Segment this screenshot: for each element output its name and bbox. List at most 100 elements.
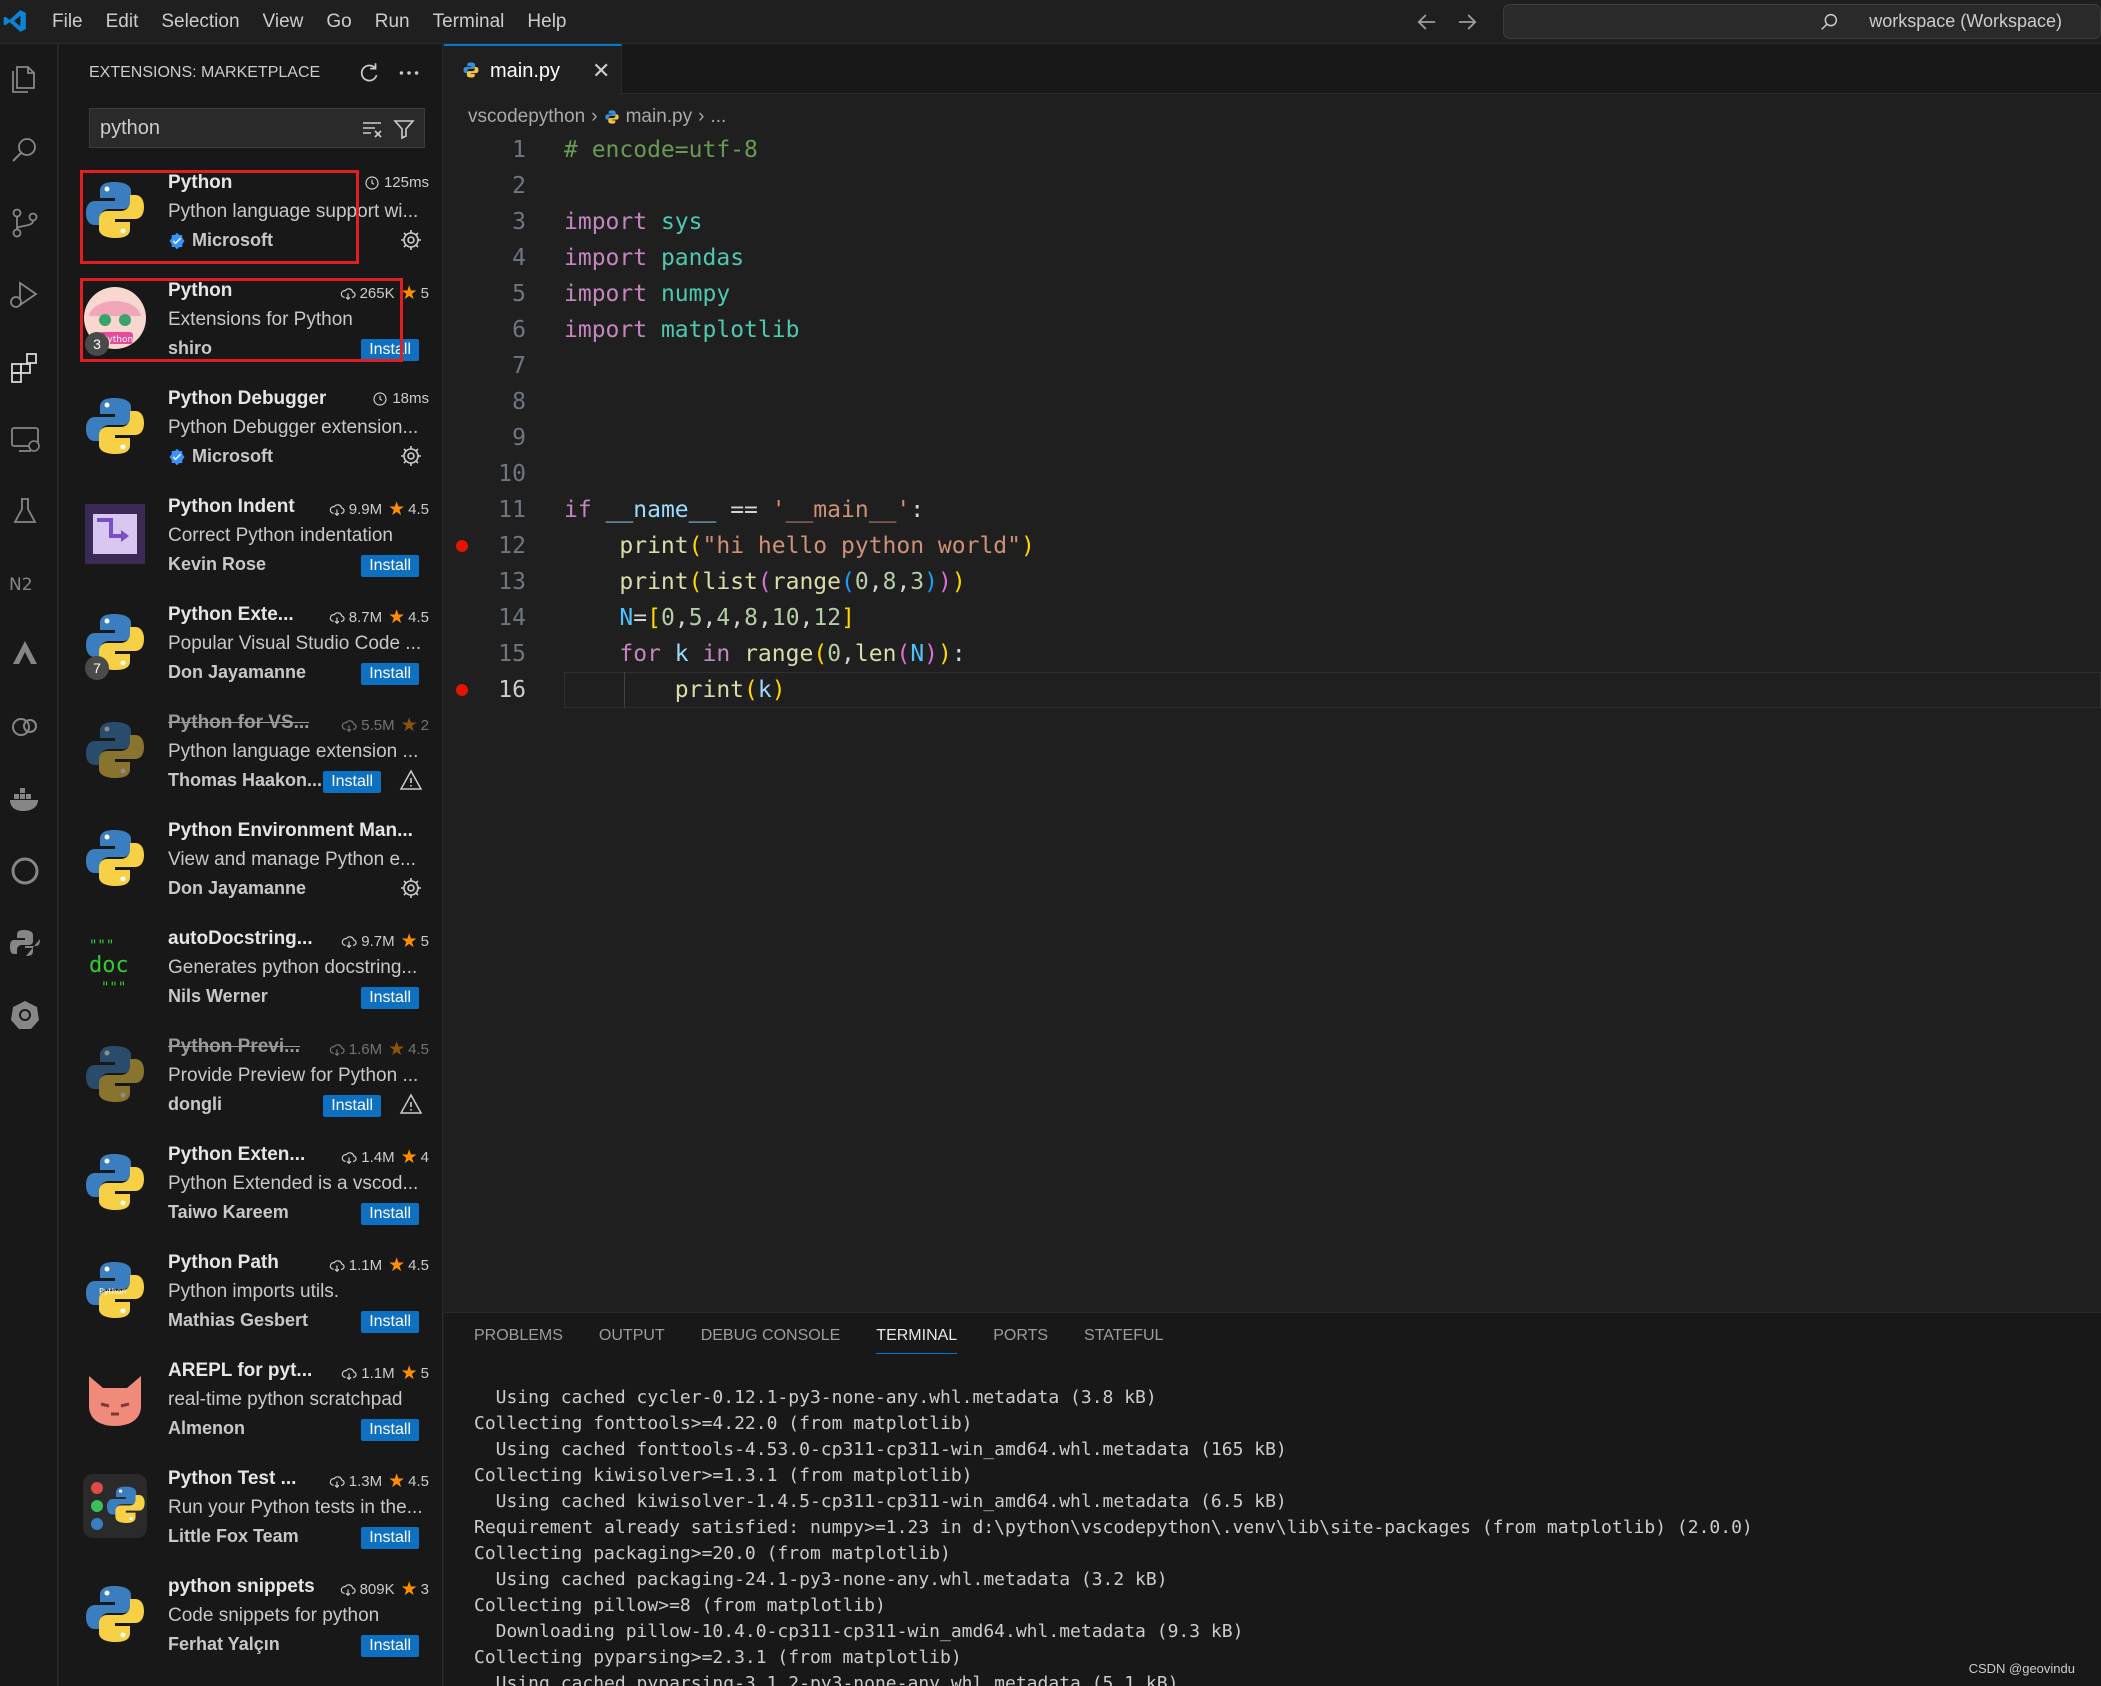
extension-item[interactable]: Python for VS... 5.5M ★ 2 Python language ex… <box>59 704 443 812</box>
code-line[interactable]: 11 if __name__ == '__main__': <box>444 492 2101 528</box>
install-button[interactable]: Install <box>323 1095 381 1117</box>
download-count: 1.1M <box>348 1257 383 1274</box>
filter-icon[interactable] <box>392 117 416 141</box>
code-line[interactable]: 14 N=[0,5,4,8,10,12] <box>444 600 2101 636</box>
python-logo-icon <box>83 1150 147 1214</box>
edge-icon[interactable] <box>4 850 46 892</box>
more-actions-icon[interactable] <box>396 60 422 86</box>
extension-item[interactable]: Python Previ... 1.6M ★ 4.5 Provide Preview f… <box>59 1028 443 1136</box>
refresh-icon[interactable] <box>356 60 382 86</box>
gear-icon[interactable] <box>399 444 423 468</box>
python-logo-icon <box>83 826 147 890</box>
extension-stats: 1.1M ★ 5 <box>341 1362 429 1385</box>
panel-tab-stateful[interactable]: STATEFUL <box>1084 1327 1163 1354</box>
extension-search-input[interactable] <box>100 115 340 141</box>
source-control-icon[interactable] <box>4 202 46 244</box>
extension-item[interactable]: Python Indent 9.9M ★ 4.5 Correct Python inde… <box>59 488 443 596</box>
breadcrumb-file[interactable]: main.py <box>626 106 693 128</box>
kubernetes-icon[interactable] <box>4 994 46 1036</box>
menu-selection[interactable]: Selection <box>161 11 239 33</box>
python-path-icon: Python <box>83 1258 147 1322</box>
extension-item[interactable]: """ doc """ autoDocstring... 9.7M ★ 5 Generates… <box>59 920 443 1028</box>
menu-file[interactable]: File <box>52 11 83 33</box>
breadcrumb-symbol[interactable]: ... <box>710 106 726 128</box>
install-button[interactable]: Install <box>323 771 381 793</box>
remote-explorer-icon[interactable] <box>4 418 46 460</box>
extension-item[interactable]: AREPL for pyt... 1.1M ★ 5 real-time python s… <box>59 1352 443 1460</box>
code-line[interactable]: 13 print(list(range(0,8,3))) <box>444 564 2101 600</box>
python-icon[interactable] <box>4 922 46 964</box>
terminal-output[interactable]: Using cached cycler-0.12.1-py3-none-any.… <box>474 1385 1753 1686</box>
code-text: import sys <box>564 209 703 235</box>
code-line[interactable]: 16 print(k) <box>444 672 2101 708</box>
extension-item[interactable]: Python Exten... 1.4M ★ 4 Python Extended is … <box>59 1136 443 1244</box>
star-icon: ★ <box>400 715 418 736</box>
panel-tab-problems[interactable]: PROBLEMS <box>474 1327 563 1354</box>
version-count-badge: 7 <box>85 656 109 680</box>
terminal-line: Using cached pyparsing-3.1.2-py3-none-an… <box>474 1673 1179 1686</box>
tab-main-py[interactable]: main.py ✕ <box>444 44 622 95</box>
install-button[interactable]: Install <box>361 1527 419 1549</box>
menu-view[interactable]: View <box>263 11 304 33</box>
publisher-name: Mathias Gesbert <box>168 1310 309 1330</box>
clear-filter-icon[interactable] <box>360 117 384 141</box>
code-line[interactable]: 8 <box>444 384 2101 420</box>
code-line[interactable]: 4 import pandas <box>444 240 2101 276</box>
code-line[interactable]: 10 <box>444 456 2101 492</box>
ai-toolkit-icon[interactable] <box>4 706 46 748</box>
code-line[interactable]: 12 print("hi hello python world") <box>444 528 2101 564</box>
menu-run[interactable]: Run <box>375 11 410 33</box>
warning-icon[interactable] <box>399 1092 423 1116</box>
menu-terminal[interactable]: Terminal <box>433 11 505 33</box>
install-button[interactable]: Install <box>361 1311 419 1333</box>
install-button[interactable]: Install <box>361 1203 419 1225</box>
search-icon[interactable] <box>4 130 46 172</box>
panel-tab-terminal[interactable]: TERMINAL <box>876 1327 958 1354</box>
install-button[interactable]: Install <box>361 663 419 685</box>
code-line[interactable]: 6 import matplotlib <box>444 312 2101 348</box>
run-debug-icon[interactable] <box>4 274 46 316</box>
extension-item[interactable]: 7 Python Exte... 8.7M ★ 4.5 Popular Visual St… <box>59 596 443 704</box>
extension-item[interactable]: Python Test ... 1.3M ★ 4.5 Run your Python t… <box>59 1460 443 1568</box>
extension-search-box <box>89 108 425 148</box>
angular-icon[interactable] <box>4 634 46 676</box>
publisher-name: Almenon <box>168 1418 246 1438</box>
code-editor[interactable]: 1 # encode=utf-8 2 3 import sys 4 import panda… <box>444 132 2101 708</box>
extension-item[interactable]: python snippets 809K ★ 3 Code snippets for p… <box>59 1568 443 1676</box>
extension-item[interactable]: Python Debugger 18ms Python Debugger exten… <box>59 380 443 488</box>
panel-tab-output[interactable]: OUTPUT <box>599 1327 665 1354</box>
n2-icon[interactable]: N2 <box>4 562 46 604</box>
panel-tab-ports[interactable]: PORTS <box>993 1327 1048 1354</box>
code-line[interactable]: 1 # encode=utf-8 <box>444 132 2101 168</box>
code-line[interactable]: 7 <box>444 348 2101 384</box>
code-line[interactable]: 15 for k in range(0,len(N)): <box>444 636 2101 672</box>
extension-description: Popular Visual Studio Code ... <box>168 633 422 654</box>
code-line[interactable]: 9 <box>444 420 2101 456</box>
code-line[interactable]: 2 <box>444 168 2101 204</box>
menu-go[interactable]: Go <box>326 11 351 33</box>
install-button[interactable]: Install <box>361 1419 419 1441</box>
arrow-right-icon[interactable] <box>1453 8 1481 36</box>
explorer-icon[interactable] <box>4 58 46 100</box>
gear-icon[interactable] <box>399 228 423 252</box>
panel-tab-debug-console[interactable]: DEBUG CONSOLE <box>701 1327 841 1354</box>
gear-icon[interactable] <box>399 876 423 900</box>
install-button[interactable]: Install <box>361 987 419 1009</box>
menu-edit[interactable]: Edit <box>106 11 139 33</box>
install-button[interactable]: Install <box>361 1635 419 1657</box>
docker-icon[interactable] <box>4 778 46 820</box>
extension-item[interactable]: Python Python Path 1.1M ★ 4.5 Python imports … <box>59 1244 443 1352</box>
breadcrumb-folder[interactable]: vscodepython <box>468 106 585 128</box>
command-center[interactable]: workspace (Workspace) <box>1503 4 2101 39</box>
warning-icon[interactable] <box>399 768 423 792</box>
testing-icon[interactable] <box>4 490 46 532</box>
extension-item[interactable]: Python Environment Man... View and manage… <box>59 812 443 920</box>
menu-help[interactable]: Help <box>527 11 566 33</box>
extensions-icon[interactable] <box>4 346 46 388</box>
code-line[interactable]: 3 import sys <box>444 204 2101 240</box>
close-tab-icon[interactable]: ✕ <box>592 58 610 84</box>
arrow-left-icon[interactable] <box>1413 8 1441 36</box>
chevron-right-icon: › <box>698 106 705 127</box>
install-button[interactable]: Install <box>361 555 419 577</box>
code-line[interactable]: 5 import numpy <box>444 276 2101 312</box>
